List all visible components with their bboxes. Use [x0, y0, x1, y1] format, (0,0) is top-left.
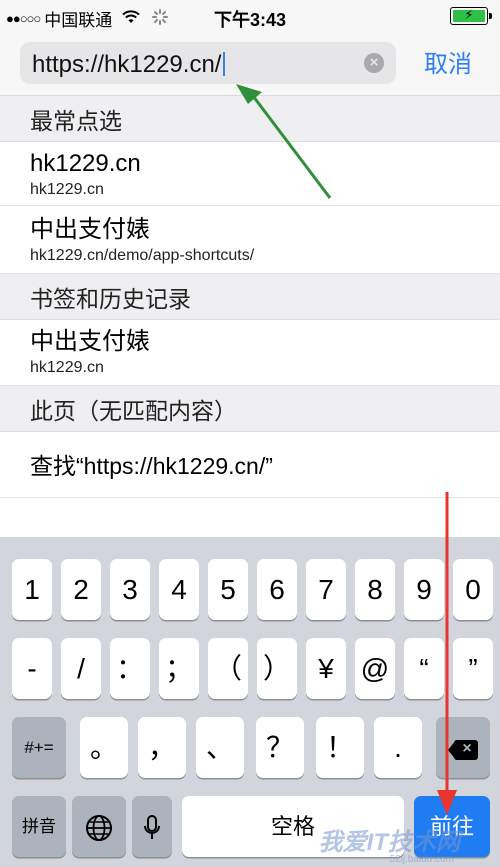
clear-circle-icon[interactable]: ×: [364, 53, 384, 73]
key-semicolon[interactable]: ；: [159, 638, 199, 699]
dictation-key[interactable]: [132, 796, 172, 857]
suggestions-list: 最常点选 hk1229.cn hk1229.cn 中出支付婊 hk1229.cn…: [0, 96, 500, 554]
watermark-logo: 我爱IT技术网: [318, 829, 460, 856]
backspace-icon: ×: [448, 740, 478, 760]
list-item[interactable]: 中出支付婊 hk1229.cn/demo/app-shortcuts/: [0, 206, 500, 274]
key-right-paren[interactable]: ）: [257, 638, 297, 699]
key-colon[interactable]: ：: [110, 638, 150, 699]
keyboard: 1 2 3 4 5 6 7 8 9 0 - / ： ； （ ） ¥ @ “ ” …: [0, 537, 500, 867]
address-bar: https://hk1229.cn/ × 取消: [0, 34, 500, 96]
key-exclamation[interactable]: ！: [316, 717, 364, 778]
key-7[interactable]: 7: [306, 559, 346, 620]
url-text: https://hk1229.cn/: [32, 51, 222, 78]
item-title: 中出支付婊: [30, 328, 150, 355]
find-on-page-item[interactable]: 查找“https://hk1229.cn/”: [0, 432, 500, 498]
key-symbols-toggle[interactable]: #+=: [12, 717, 66, 778]
key-left-paren[interactable]: （: [208, 638, 248, 699]
globe-key[interactable]: [72, 796, 126, 857]
key-4[interactable]: 4: [159, 559, 199, 620]
key-8[interactable]: 8: [355, 559, 395, 620]
key-slash[interactable]: /: [61, 638, 101, 699]
item-url: hk1229.cn: [30, 359, 104, 376]
key-1[interactable]: 1: [12, 559, 52, 620]
key-comma-cn[interactable]: ，: [138, 717, 186, 778]
item-title: 中出支付婊: [30, 216, 150, 243]
key-enumeration-comma[interactable]: 、: [196, 717, 244, 778]
key-period-cn[interactable]: 。: [80, 717, 128, 778]
key-5[interactable]: 5: [208, 559, 248, 620]
key-6[interactable]: 6: [257, 559, 297, 620]
status-time: 下午3:43: [213, 10, 287, 30]
key-left-quote[interactable]: “: [404, 638, 444, 699]
section-header-top-hits: 最常点选: [0, 96, 500, 142]
item-url: hk1229.cn: [30, 181, 104, 198]
battery-icon: ⚡: [450, 7, 492, 25]
key-question[interactable]: ？: [256, 717, 304, 778]
key-9[interactable]: 9: [404, 559, 444, 620]
key-yen[interactable]: ¥: [306, 638, 346, 699]
list-item[interactable]: hk1229.cn hk1229.cn: [0, 142, 500, 206]
key-0[interactable]: 0: [453, 559, 493, 620]
delete-key[interactable]: ×: [436, 717, 490, 778]
item-url: hk1229.cn/demo/app-shortcuts/: [30, 247, 255, 264]
cancel-button[interactable]: 取消: [424, 44, 472, 79]
key-hyphen[interactable]: -: [12, 638, 52, 699]
key-pinyin[interactable]: 拼音: [12, 796, 66, 857]
watermark-url: 52ij.baidu.com: [389, 854, 454, 865]
key-3[interactable]: 3: [110, 559, 150, 620]
key-at[interactable]: @: [355, 638, 395, 699]
key-right-quote[interactable]: ”: [453, 638, 493, 699]
key-2[interactable]: 2: [61, 559, 101, 620]
status-bar: ●●○○○ 中国联通 下午3:43 ⚡: [0, 0, 500, 34]
item-title: hk1229.cn: [30, 150, 141, 177]
find-on-page-label: 查找“https://hk1229.cn/”: [30, 453, 273, 479]
list-item[interactable]: 中出支付婊 hk1229.cn: [0, 320, 500, 386]
url-input[interactable]: https://hk1229.cn/ ×: [20, 42, 396, 84]
key-period[interactable]: .: [374, 717, 422, 778]
globe-icon: [85, 802, 113, 863]
section-header-on-page: 此页（无匹配内容）: [0, 386, 500, 432]
section-header-bookmarks-history: 书签和历史记录: [0, 274, 500, 320]
microphone-icon: [142, 802, 162, 863]
text-caret: [223, 52, 226, 76]
